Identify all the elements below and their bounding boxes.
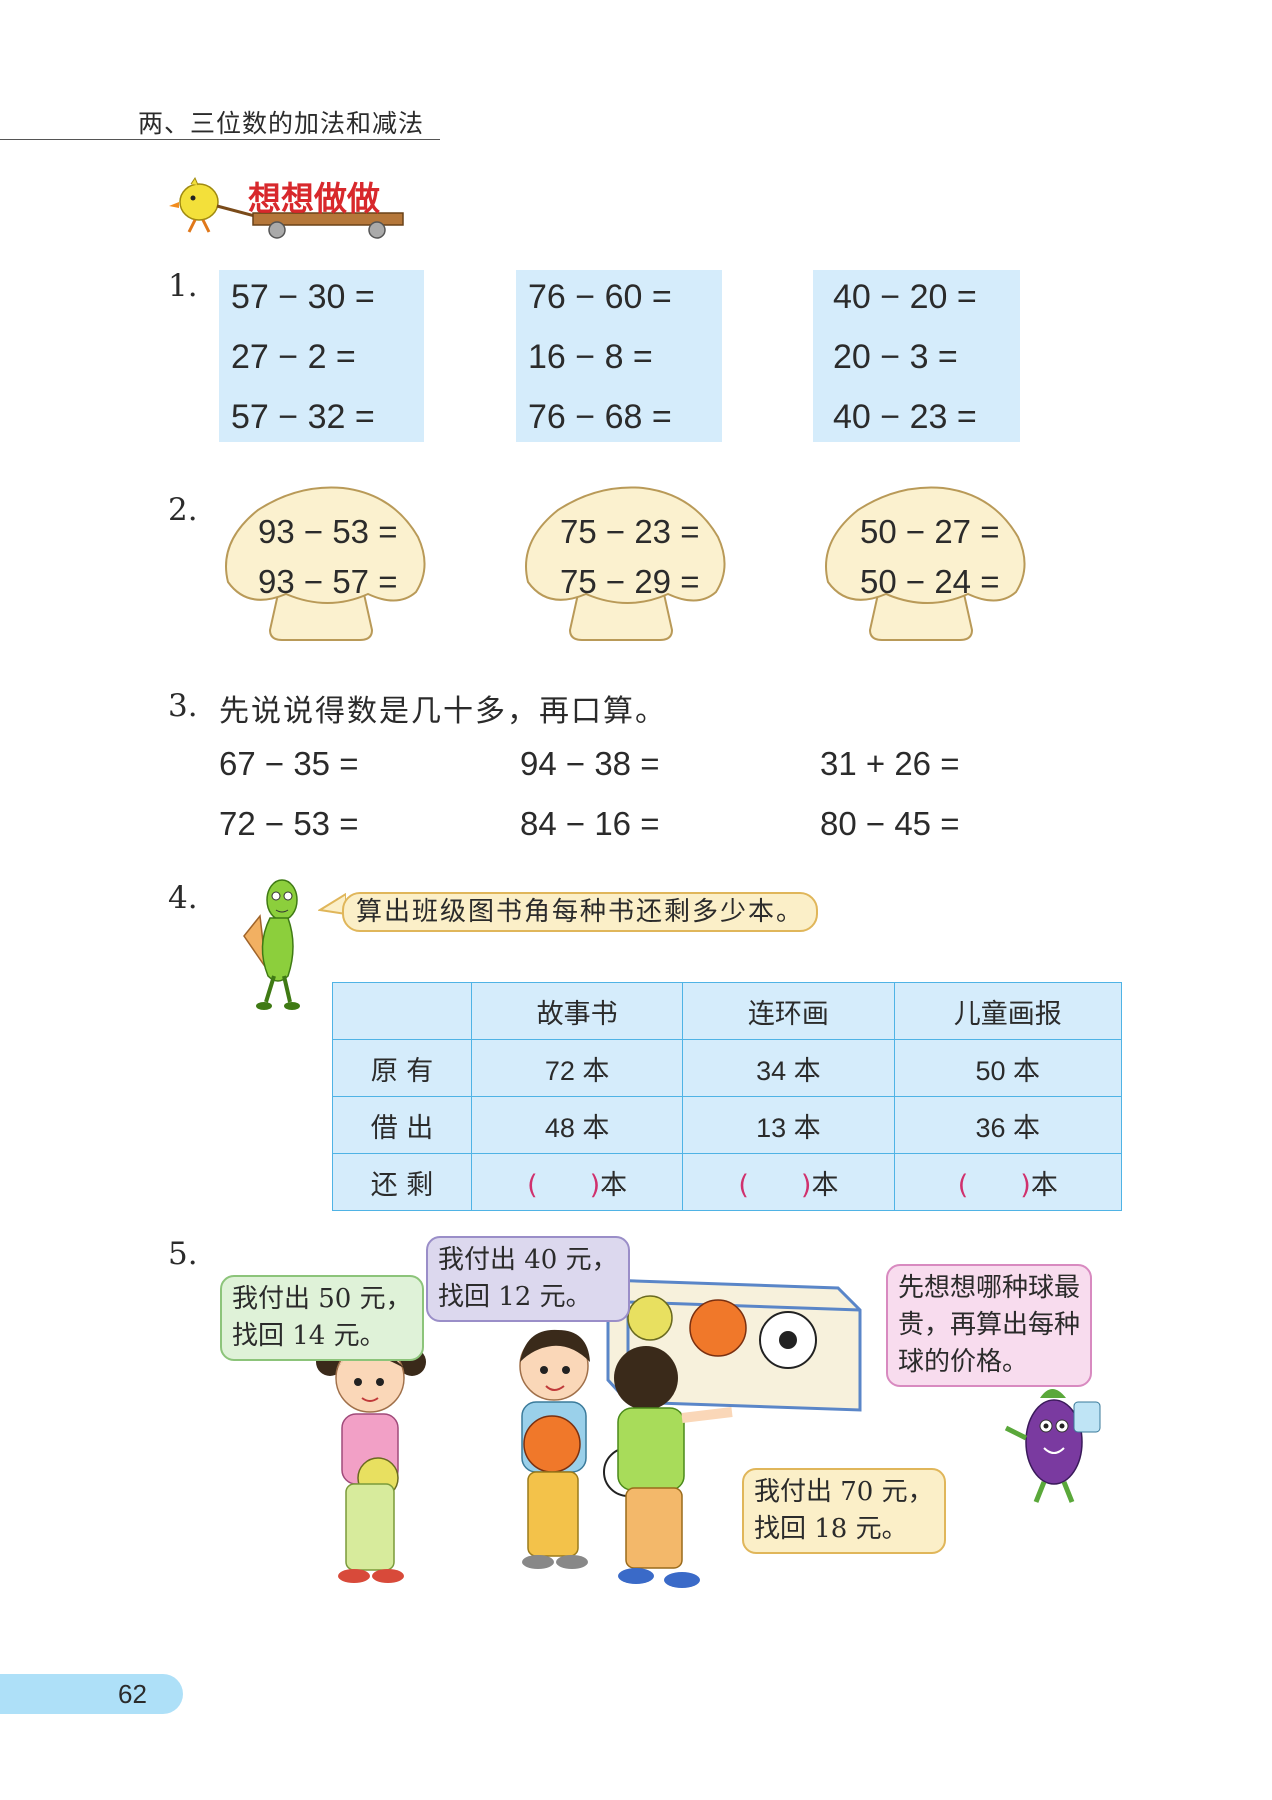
chapter-title: 两、三位数的加法和减法 (138, 109, 425, 138)
page-number-tab (0, 1674, 183, 1714)
q1-eq: 27 − 2 = (231, 338, 356, 376)
bubble-line: 找回 12 元。 (438, 1282, 592, 1312)
close-paren: ) (1020, 1169, 1031, 1201)
table-cell: 72 本 (470, 1039, 684, 1097)
row-label: 原 有 (332, 1039, 472, 1097)
page-number: 62 (118, 1679, 147, 1709)
q1-eq: 76 − 60 = (528, 278, 672, 316)
table-header-cell: 连环画 (682, 982, 895, 1040)
open-paren: ( (527, 1169, 538, 1201)
q2-eq: 50 − 24 = (860, 563, 1000, 600)
q1-eq: 76 − 68 = (528, 398, 672, 436)
boy1-speech-bubble: 我付出 40 元， 找回 12 元。 (426, 1236, 630, 1322)
q1-eq: 16 − 8 = (528, 338, 653, 376)
table-row: 借 出 48 本 13 本 36 本 (332, 1096, 1123, 1154)
q4-number: 4. (168, 880, 198, 916)
q3-eq: 80 − 45 = (820, 805, 960, 842)
table-header-row: 故事书 连环画 儿童画报 (332, 982, 1123, 1040)
table-header-cell: 儿童画报 (893, 982, 1123, 1040)
bubble-line: 贵，再算出每种 (898, 1310, 1081, 1340)
q1-eq: 40 − 20 = (833, 278, 977, 316)
table-row: 原 有 72 本 34 本 50 本 (332, 1039, 1123, 1097)
row-label: 还 剩 (332, 1153, 472, 1211)
bubble-line: 找回 18 元。 (754, 1514, 908, 1544)
table-cell: 36 本 (893, 1096, 1123, 1154)
table-cell: 50 本 (893, 1039, 1123, 1097)
bubble-line: 球的价格。 (898, 1347, 1029, 1377)
q2-eq: 75 − 29 = (560, 563, 700, 600)
table-cell: 48 本 (470, 1096, 684, 1154)
q3-eq: 31 + 26 = (820, 745, 960, 782)
boy2-speech-bubble: 我付出 70 元， 找回 18 元。 (742, 1468, 946, 1554)
girl-speech-bubble: 我付出 50 元， 找回 14 元。 (220, 1275, 424, 1361)
q4-speech-bubble: 算出班级图书角每种书还剩多少本。 (342, 892, 819, 932)
q3-eq: 72 − 53 = (219, 805, 359, 842)
section-title: 想想做做 (248, 179, 380, 218)
q2-number: 2. (168, 492, 198, 528)
q1-eq: 57 − 32 = (231, 398, 375, 436)
q3-instruction: 先说说得数是几十多，再口算。 (219, 694, 667, 729)
answer-blank[interactable]: ()本 (893, 1153, 1123, 1211)
eggplant-character-illustration (1004, 1389, 1101, 1503)
table-cell: 34 本 (682, 1039, 895, 1097)
q2-eq: 93 − 57 = (258, 563, 398, 600)
answer-blank[interactable]: ()本 (682, 1153, 895, 1211)
bubble-line: 先想想哪种球最 (898, 1273, 1081, 1303)
q1-eq: 40 − 23 = (833, 398, 977, 436)
q3-eq: 84 − 16 = (520, 805, 660, 842)
unit-label: 本 (1030, 1169, 1058, 1201)
close-paren: ) (800, 1169, 812, 1201)
girl-illustration (316, 1343, 426, 1583)
q1-number: 1. (168, 268, 198, 304)
table-cell: 13 本 (682, 1096, 895, 1154)
table-corner-cell (332, 982, 472, 1040)
q2-eq: 75 − 23 = (560, 513, 700, 550)
row-label: 借 出 (332, 1096, 472, 1154)
unit-label: 本 (600, 1169, 628, 1201)
open-paren: ( (957, 1169, 969, 1201)
bubble-line: 我付出 70 元， (754, 1477, 934, 1507)
q1-eq: 20 − 3 = (833, 338, 958, 376)
cucumber-character-illustration (243, 879, 300, 1010)
bubble-line: 找回 14 元。 (232, 1321, 386, 1351)
mushroom-2 (525, 486, 726, 641)
answer-blank[interactable]: ()本 (470, 1153, 684, 1211)
bubble-line: 我付出 40 元， (438, 1245, 618, 1275)
bubble-line: 我付出 50 元， (232, 1284, 412, 1314)
close-paren: ) (589, 1169, 601, 1201)
books-table: 故事书 连环画 儿童画报 原 有 72 本 34 本 50 本 借 出 48 本… (332, 982, 1123, 1211)
table-header-cell: 故事书 (470, 982, 684, 1040)
unit-label: 本 (811, 1169, 839, 1201)
q1-eq: 57 − 30 = (231, 278, 375, 316)
q5-number: 5. (168, 1236, 198, 1272)
mushroom-1 (225, 486, 426, 641)
q3-number: 3. (168, 688, 198, 724)
q3-eq: 94 − 38 = (520, 745, 660, 782)
q2-eq: 50 − 27 = (860, 513, 1000, 550)
open-paren: ( (738, 1169, 749, 1201)
q3-eq: 67 − 35 = (219, 745, 359, 782)
table-row: 还 剩 ()本 ()本 ()本 (332, 1153, 1123, 1211)
mushroom-3 (825, 486, 1026, 641)
eggplant-speech-bubble: 先想想哪种球最 贵，再算出每种 球的价格。 (886, 1264, 1093, 1387)
q2-eq: 93 − 53 = (258, 513, 398, 550)
boys-illustration (519, 1329, 733, 1588)
